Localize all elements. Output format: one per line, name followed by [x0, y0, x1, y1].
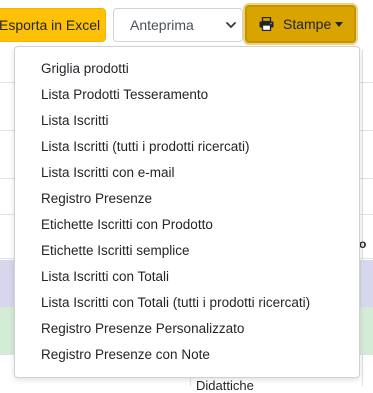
preview-select-value: Anteprima	[130, 17, 194, 33]
printer-icon	[259, 17, 274, 31]
prints-dropdown-menu: Griglia prodotti Lista Prodotti Tesseram…	[14, 46, 360, 378]
menu-item-registro-presenze-note[interactable]: Registro Presenze con Note	[15, 342, 359, 368]
prints-button-label: Stampe	[283, 16, 332, 32]
menu-item-registro-presenze[interactable]: Registro Presenze	[15, 186, 359, 212]
export-excel-label: Esporta in Excel	[0, 17, 101, 33]
chevron-down-icon	[226, 22, 236, 28]
prints-dropdown-button[interactable]: Stampe	[245, 5, 356, 43]
table-column-divider	[362, 50, 363, 386]
menu-item-lista-iscritti[interactable]: Lista Iscritti	[15, 108, 359, 134]
menu-item-lista-iscritti-email[interactable]: Lista Iscritti con e-mail	[15, 160, 359, 186]
menu-item-griglia-prodotti[interactable]: Griglia prodotti	[15, 56, 359, 82]
caret-down-icon	[335, 22, 343, 27]
menu-item-registro-presenze-personalizzato[interactable]: Registro Presenze Personalizzato	[15, 316, 359, 342]
menu-item-etichette-con-prodotto[interactable]: Etichette Iscritti con Prodotto	[15, 212, 359, 238]
export-excel-button[interactable]: Esporta in Excel	[0, 8, 106, 42]
menu-item-lista-iscritti-totali[interactable]: Lista Iscritti con Totali	[15, 264, 359, 290]
sort-indicator[interactable]: o	[359, 237, 366, 251]
menu-item-lista-iscritti-tutti-prodotti[interactable]: Lista Iscritti (tutti i prodotti ricerca…	[15, 134, 359, 160]
menu-item-lista-prodotti-tesseramento[interactable]: Lista Prodotti Tesseramento	[15, 82, 359, 108]
menu-item-etichette-semplice[interactable]: Etichette Iscritti semplice	[15, 238, 359, 264]
preview-select[interactable]: Anteprima	[113, 8, 243, 42]
menu-item-lista-iscritti-totali-tutti[interactable]: Lista Iscritti con Totali (tutti i prodo…	[15, 290, 359, 316]
